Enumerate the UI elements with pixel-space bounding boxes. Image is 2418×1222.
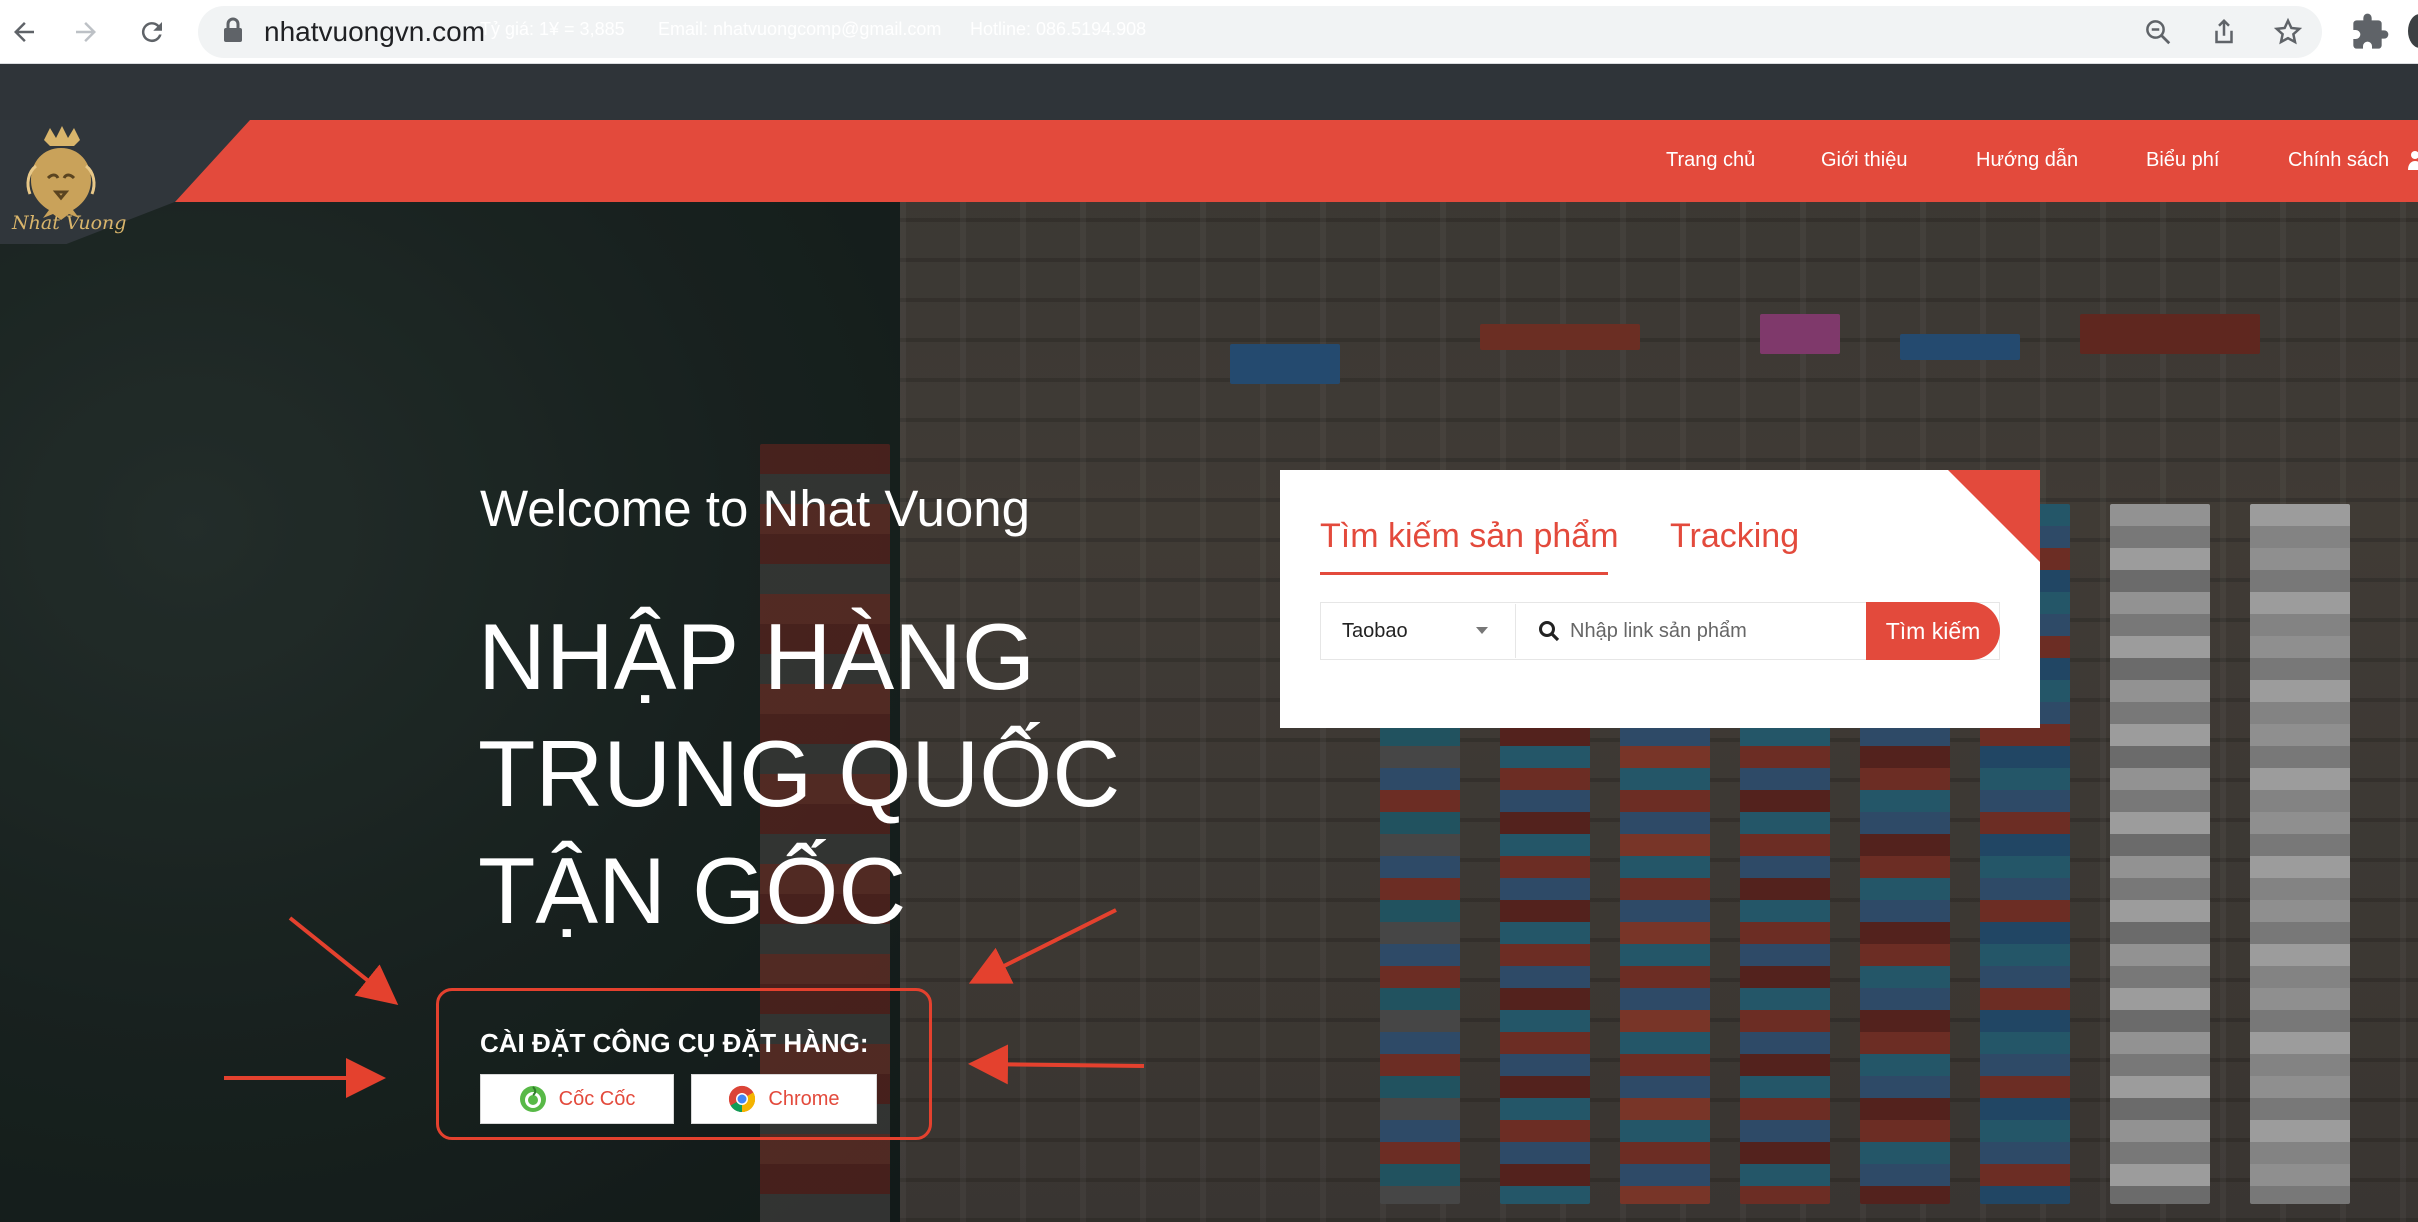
nav-item-home[interactable]: Trang chủ xyxy=(1666,148,1755,172)
hero-background xyxy=(0,64,2418,1222)
search-button[interactable]: Tìm kiếm xyxy=(1866,602,2000,660)
nav-item-policy[interactable]: Chính sách xyxy=(2288,148,2389,172)
headline-line-1: NHẬP HÀNG xyxy=(478,604,1036,709)
extensions-icon[interactable] xyxy=(2350,12,2390,52)
hotline[interactable]: Hotline: 086.5194.908 xyxy=(970,18,1146,40)
reload-icon[interactable] xyxy=(130,10,174,54)
nav-item-pricing[interactable]: Biểu phí xyxy=(2146,148,2219,172)
url-text[interactable]: nhatvuongvn.com xyxy=(264,12,485,52)
search-card xyxy=(1280,470,2040,728)
zoom-icon[interactable] xyxy=(2138,12,2178,52)
search-icon xyxy=(1539,621,1560,642)
welcome-text: Welcome to Nhat Vuong xyxy=(480,480,1030,537)
user-icon[interactable] xyxy=(2408,150,2418,170)
info-bar xyxy=(0,64,2418,120)
browser-toolbar: nhatvuongvn.com xyxy=(0,0,2418,64)
annotation-highlight-box xyxy=(436,988,932,1140)
product-link-input[interactable] xyxy=(1570,606,1860,656)
forward-icon[interactable] xyxy=(64,10,108,54)
exchange-rate: Tỷ giá: 1¥ = 3,885 xyxy=(480,19,625,39)
back-icon[interactable] xyxy=(2,10,46,54)
headline-line-2: TRUNG QUỐC xyxy=(478,721,1121,826)
headline-line-3: TẬN GỐC xyxy=(478,838,907,943)
active-tab-underline xyxy=(1320,572,1608,575)
tab-tracking[interactable]: Tracking xyxy=(1670,514,1799,558)
contact-email[interactable]: Email: nhatvuongcomp@gmail.com xyxy=(658,18,941,40)
page: nhatvuongvn.com Tỷ giá: 1¥ = 3,885 Email… xyxy=(0,0,2418,1222)
lock-icon[interactable] xyxy=(222,16,244,44)
share-icon[interactable] xyxy=(2204,12,2244,52)
nav-item-about[interactable]: Giới thiệu xyxy=(1821,148,1907,172)
hero-overlay xyxy=(0,64,2418,1222)
bookmark-star-icon[interactable] xyxy=(2268,12,2308,52)
chevron-down-icon[interactable] xyxy=(1476,627,1488,634)
logo-text[interactable]: Nhat Vuong xyxy=(12,212,126,234)
tab-product-search[interactable]: Tìm kiếm sản phẩm xyxy=(1320,514,1619,558)
profile-avatar[interactable] xyxy=(2408,14,2418,48)
nav-item-guide[interactable]: Hướng dẫn xyxy=(1976,148,2078,172)
